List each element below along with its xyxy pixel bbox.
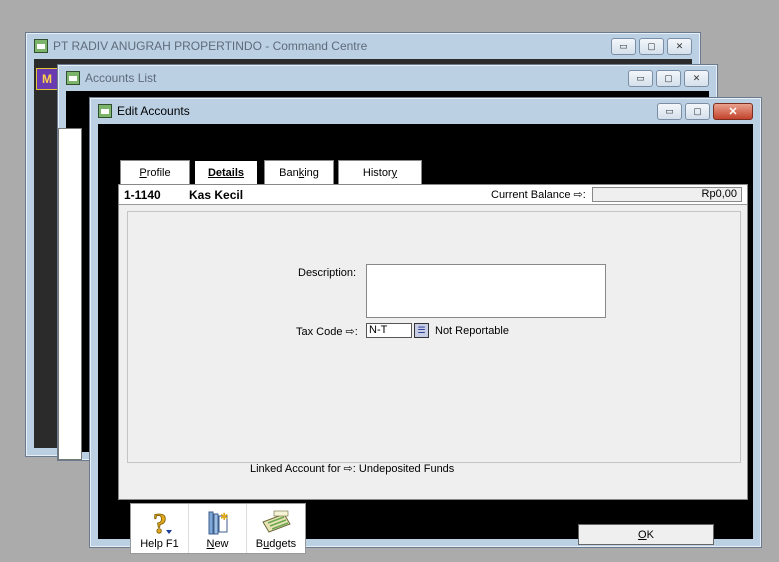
current-balance-field: Rp0,00 <box>592 187 742 202</box>
description-field[interactable] <box>366 264 606 318</box>
bottom-toolbar: ? Help F1 ✱ New Budgets <box>130 503 306 554</box>
new-document-icon: ✱ <box>208 511 228 535</box>
question-mark-icon: ? <box>152 509 172 538</box>
accounts-list-title: Accounts List <box>85 71 157 85</box>
details-sheet: 1-1140 Kas Kecil Current Balance ⇨: Rp0,… <box>118 184 748 500</box>
tab-history[interactable]: Histor y <box>338 160 422 184</box>
tax-code-list-icon[interactable]: ☰ <box>414 323 429 338</box>
budget-sheet-icon <box>262 510 291 533</box>
details-panel: Description: Tax Code ⇨: N-T ☰ Not Repor… <box>127 211 741 475</box>
linked-account-value: Undeposited Funds <box>358 463 455 475</box>
window-controls: ▭ ▢ ✕ <box>628 70 709 87</box>
account-number: 1-1140 <box>124 188 161 202</box>
accounts-list-titlebar[interactable]: Accounts List <box>58 65 717 91</box>
account-header: 1-1140 Kas Kecil Current Balance ⇨: Rp0,… <box>119 185 747 205</box>
edit-accounts-window[interactable]: Edit Accounts ▭ ▢ ✕ Profile Details Ban k… <box>89 97 762 554</box>
current-balance-label: Current Balance ⇨: <box>491 189 586 201</box>
tax-code-label[interactable]: Tax Code ⇨: <box>296 325 358 338</box>
accounts-list-panel <box>58 128 82 460</box>
tab-details[interactable]: Details <box>192 158 260 185</box>
svg-text:✱: ✱ <box>220 512 228 523</box>
app-icon <box>66 71 80 85</box>
ok-button[interactable]: OK <box>578 524 714 545</box>
budgets-button[interactable]: Budgets <box>247 504 305 553</box>
maximize-button[interactable]: ▢ <box>685 103 710 120</box>
maximize-button[interactable]: ▢ <box>656 70 681 87</box>
description-label: Description: <box>298 267 357 279</box>
linked-account: Linked Account for ⇨: Undeposited Funds <box>250 462 454 475</box>
app-icon <box>34 39 48 53</box>
window-controls: ▭ ▢ ✕ <box>657 103 753 120</box>
close-button[interactable]: ✕ <box>684 70 709 87</box>
close-button[interactable]: ✕ <box>667 38 692 55</box>
svg-text:?: ? <box>153 509 167 538</box>
tax-code-description: Not Reportable <box>435 325 509 337</box>
edit-accounts-title: Edit Accounts <box>117 104 190 118</box>
command-centre-title: PT RADIV ANUGRAH PROPERTINDO - Command C… <box>53 39 368 53</box>
account-name: Kas Kecil <box>189 188 244 202</box>
minimize-button[interactable]: ▭ <box>628 70 653 87</box>
command-centre-titlebar[interactable]: PT RADIV ANUGRAH PROPERTINDO - Command C… <box>26 33 700 59</box>
new-button[interactable]: ✱ New <box>189 504 247 553</box>
tab-banking[interactable]: Ban k ing <box>264 160 334 184</box>
edit-accounts-body: Profile Details Ban k ing Histor y 1-1140 K… <box>98 124 753 554</box>
tab-profile[interactable]: Profile <box>120 160 190 184</box>
app-icon <box>98 104 112 118</box>
myob-logo-icon: M <box>36 68 58 90</box>
maximize-button[interactable]: ▢ <box>639 38 664 55</box>
close-button[interactable]: ✕ <box>713 103 753 120</box>
help-button[interactable]: ? Help F1 <box>131 504 189 553</box>
tax-code-input[interactable]: N-T <box>366 323 412 338</box>
linked-account-label[interactable]: Linked Account for ⇨: <box>250 463 356 475</box>
minimize-button[interactable]: ▭ <box>657 103 682 120</box>
window-controls: ▭ ▢ ✕ <box>611 38 692 55</box>
minimize-button[interactable]: ▭ <box>611 38 636 55</box>
